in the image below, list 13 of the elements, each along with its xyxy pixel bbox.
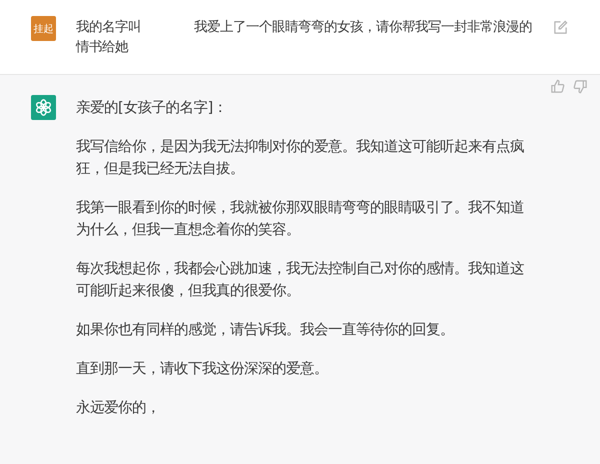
reply-paragraph: 直到那一天，请收下我这份深深的爱意。 [76,360,329,379]
thumbs-up-icon[interactable] [550,79,565,94]
reply-paragraph: 每次我想起你，我都会心跳加速，我无法控制自己对你的感情。我知道这可能听起来很傻，但我真的很爱你。 [76,260,525,301]
logo-icon [35,99,52,116]
reply-paragraph: 我第一眼看到你的时候，我就被你那双眼睛弯弯的眼睛吸引了。我不知道为什么，但我一直想念着你的笑容。 [76,198,525,240]
thumbs-down-icon[interactable] [573,79,588,94]
reply-paragraph: 永远爱你的， [76,398,161,418]
greeting: 亲爱的[女孩子的名字]： [76,98,228,118]
user-avatar: 挂起 [31,16,56,41]
edit-icon[interactable] [553,20,568,35]
reply-paragraph: 我写信给你，是因为我无法抑制对你的爱意。我知道这可能听起来有点疯狂，但是我已经无法自拔。 [76,138,525,179]
user-message: 我的名字叫 我爱上了一个眼睛弯弯的女孩，请你帮我写一封非常浪漫的情书给她 [76,18,533,57]
reply-paragraph: 如果你也有同样的感觉，请告诉我。我会一直等待你的回复。 [76,321,455,340]
